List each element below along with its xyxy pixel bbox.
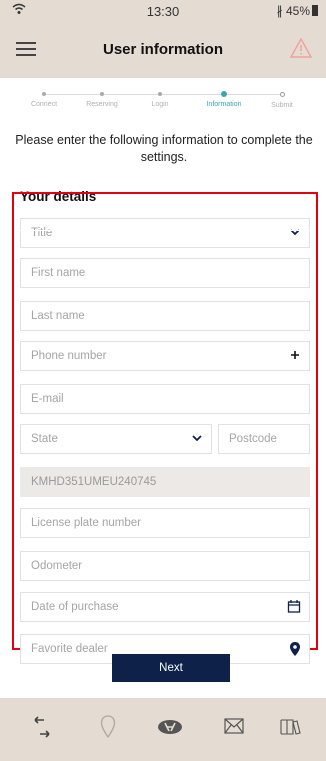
progress-stepper: Connect Reserving Login Information Subm…: [10, 90, 316, 116]
warning-icon[interactable]: [289, 37, 313, 58]
first-name-field[interactable]: First name: [20, 258, 310, 288]
bottom-nav: [0, 698, 326, 761]
app-header: User information: [0, 22, 326, 78]
license-plate-placeholder: License plate number: [31, 517, 141, 529]
location-icon[interactable]: [88, 712, 128, 742]
connect-icon[interactable]: [22, 712, 62, 742]
license-plate-field[interactable]: License plate number: [20, 508, 310, 538]
page-title: User information: [102, 41, 223, 58]
vin-value: KMHD351UMEU240745: [31, 476, 157, 488]
last-name-field[interactable]: Last name: [20, 301, 310, 331]
battery-percent: 45%: [285, 4, 310, 18]
book-icon[interactable]: [270, 712, 310, 742]
step-login: Login: [130, 90, 190, 108]
step-dot: [158, 92, 162, 96]
next-button[interactable]: Next: [112, 654, 230, 682]
postcode-field[interactable]: Postcode: [218, 424, 310, 454]
intro-text: Please enter the following information t…: [15, 133, 313, 164]
step-submit: Submit: [252, 90, 312, 109]
step-dot: [100, 92, 104, 96]
step-reserving: Reserving: [72, 90, 132, 108]
first-name-placeholder: First name: [31, 267, 86, 279]
dealer-placeholder: Favorite dealer: [31, 643, 108, 655]
status-bar: 13:30 ∦ 45%: [0, 0, 326, 22]
step-label: Login: [151, 101, 169, 108]
calendar-icon[interactable]: [287, 599, 301, 619]
location-pin-icon[interactable]: [289, 641, 301, 662]
step-information: Information: [194, 90, 254, 108]
plus-icon[interactable]: [289, 348, 301, 367]
postcode-placeholder: Postcode: [229, 433, 277, 445]
step-label: Connect: [30, 101, 58, 108]
chevron-down-icon: [289, 225, 301, 244]
purchase-date-field[interactable]: Date of purchase: [20, 592, 310, 622]
step-connect: Connect: [14, 90, 74, 108]
step-label: Reserving: [86, 101, 118, 108]
last-name-placeholder: Last name: [31, 310, 85, 322]
email-field[interactable]: E-mail: [20, 384, 310, 414]
purchase-date-placeholder: Date of purchase: [31, 601, 119, 613]
title-placeholder: Title: [31, 227, 53, 239]
step-dot: [279, 92, 285, 97]
phone-field[interactable]: Phone number: [20, 341, 310, 371]
hyundai-logo-icon[interactable]: [150, 712, 190, 742]
state-select[interactable]: State: [20, 424, 212, 454]
state-placeholder: State: [31, 433, 58, 445]
chevron-down-icon: [191, 431, 203, 450]
bluetooth-icon: ∦: [276, 4, 286, 18]
step-dot-active: [221, 91, 227, 97]
title-select[interactable]: Title: [20, 218, 310, 248]
step-label: Information: [206, 101, 242, 108]
odometer-placeholder: Odometer: [31, 560, 83, 572]
email-placeholder: E-mail: [31, 393, 64, 405]
battery-icon: [312, 5, 318, 16]
step-dot: [42, 92, 46, 96]
battery-status: ∦ 45%: [277, 4, 318, 18]
phone-placeholder: Phone number: [31, 350, 107, 362]
step-label: Submit: [271, 102, 293, 109]
mail-icon[interactable]: [214, 712, 254, 742]
vin-field: KMHD351UMEU240745: [20, 467, 310, 497]
odometer-field[interactable]: Odometer: [20, 551, 310, 581]
spacer: [20, 230, 310, 231]
